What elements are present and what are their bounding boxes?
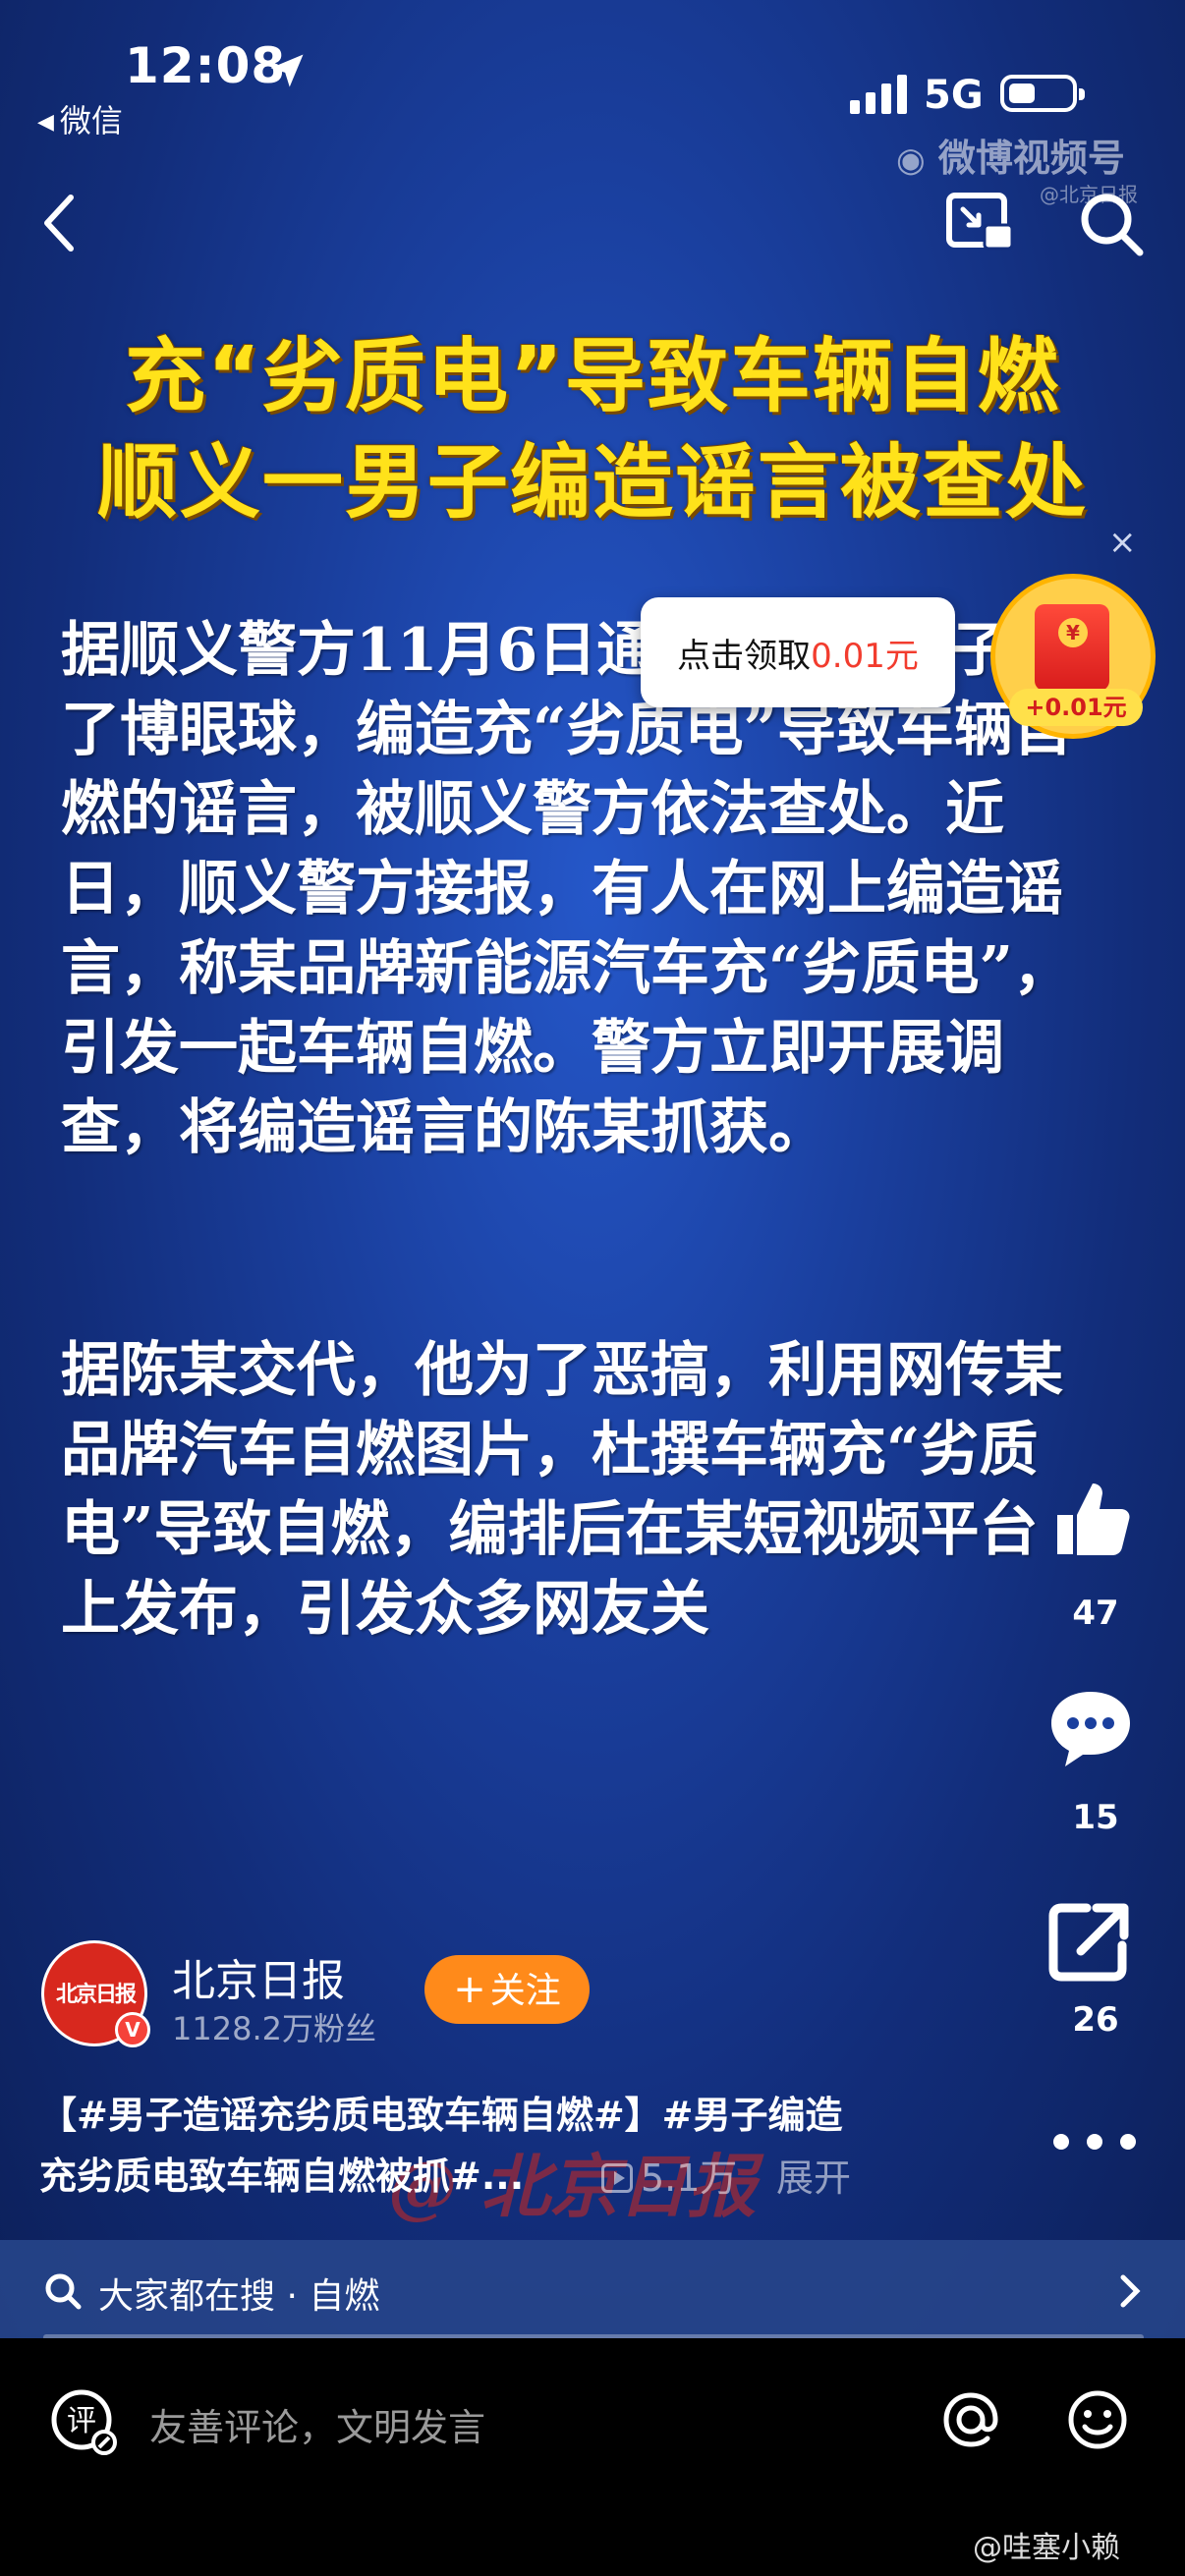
chevron-right-icon <box>1120 2274 1141 2308</box>
back-app-label: 微信 <box>59 102 123 140</box>
video-paragraph-2: 据陈某交代，他为了恶搞，利用网传某品牌汽车自燃图片，杜撰车辆充“劣质电”导致自燃… <box>61 1336 1063 1644</box>
picture-in-picture-icon[interactable] <box>945 190 1016 254</box>
status-time: 12:08 <box>125 37 287 94</box>
play-icon <box>601 2163 633 2193</box>
reward-popup[interactable]: 点击领取 0.01元 <box>641 597 955 707</box>
search-icon[interactable] <box>1077 190 1146 258</box>
video-stage[interactable]: 12:08 ◀ 微信 5G ◉ 微博视频号 @北京日报 充“劣质电”导致车辆自燃 … <box>0 0 1185 2338</box>
more-options-icon[interactable] <box>1049 2122 1140 2161</box>
author-name[interactable]: 北京日报 <box>172 1945 345 2008</box>
headline-line-1: 充“劣质电”导致车辆自燃 <box>125 330 1060 423</box>
headline-line-2: 顺义一男子编造谣言被查处 <box>96 436 1088 530</box>
close-reward-icon[interactable]: × <box>1108 523 1137 562</box>
back-arrow-icon[interactable] <box>39 192 79 254</box>
video-headline: 充“劣质电”导致车辆自燃 顺义一男子编造谣言被查处 <box>0 324 1185 536</box>
author-avatar[interactable]: 北京日报 V <box>41 1940 150 2047</box>
author-followers: 1128.2万粉丝 <box>172 2010 376 2047</box>
battery-icon <box>1000 75 1085 112</box>
caption-line-2[interactable]: 充劣质电致车辆自燃被抓#... <box>39 2146 524 2200</box>
location-arrow-icon <box>270 54 304 87</box>
weibo-video-watermark: ◉ 微博视频号 <box>896 137 1125 180</box>
caption-line-1[interactable]: 【#男子造谣充劣质电致车辆自燃#】#男子编造 <box>39 2085 843 2139</box>
expand-link[interactable]: 展开 <box>776 2148 851 2202</box>
comment-pen-icon[interactable]: 评 <box>49 2387 118 2456</box>
view-count: 5.1万 <box>601 2148 737 2202</box>
mention-at-icon[interactable] <box>938 2387 1003 2452</box>
comment-bubble-icon[interactable] <box>1047 1684 1134 1770</box>
follow-button[interactable]: + 关注 <box>424 1955 590 2024</box>
plus-icon: + <box>453 1967 486 2012</box>
share-count: 26 <box>1072 2000 1119 2040</box>
signal-icon <box>850 75 907 114</box>
red-packet-button[interactable]: ¥ +0.01元 <box>990 574 1156 739</box>
search-icon <box>45 2273 82 2310</box>
follow-label: 关注 <box>489 1971 561 2011</box>
coin-icon: ¥ <box>1058 618 1088 647</box>
like-count: 47 <box>1072 1594 1119 1633</box>
avatar-logo-text: 北京日报 <box>55 1982 137 2007</box>
comment-count: 15 <box>1072 1798 1119 1837</box>
reward-amount: 0.01元 <box>811 636 919 676</box>
share-icon[interactable] <box>1047 1896 1134 1983</box>
comment-icon-text: 评 <box>67 2404 96 2438</box>
weibo-user-watermark: @哇塞小赖 <box>973 2531 1120 2565</box>
verified-badge: V <box>115 2012 150 2047</box>
reward-popup-text: 点击领取 <box>677 636 812 676</box>
network-type: 5G <box>924 73 984 118</box>
like-thumb-icon[interactable] <box>1047 1476 1134 1562</box>
emoji-icon[interactable] <box>1065 2387 1130 2452</box>
red-packet-badge: +0.01元 <box>1009 689 1143 726</box>
back-to-app-link[interactable]: ◀ 微信 <box>37 96 123 141</box>
trending-search-text: 大家都在搜 · 自燃 <box>98 2276 380 2317</box>
comment-input[interactable]: 友善评论，文明发言 <box>149 2397 485 2451</box>
